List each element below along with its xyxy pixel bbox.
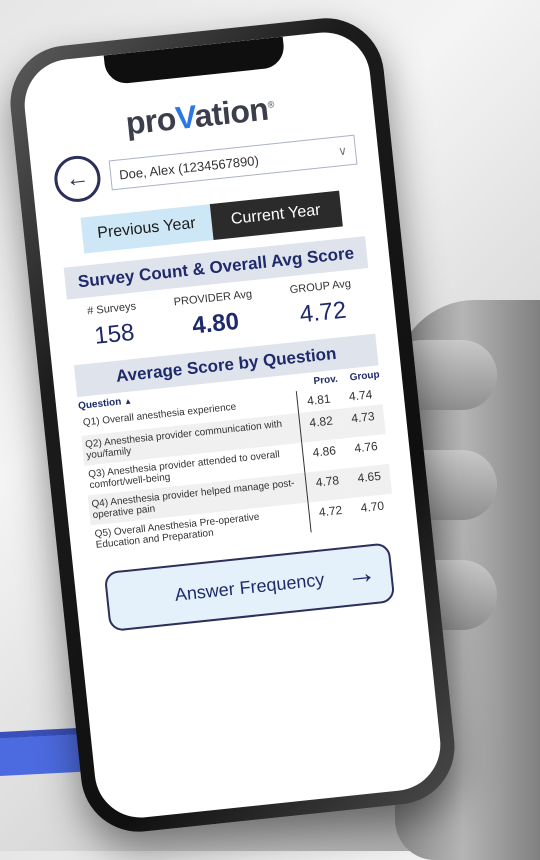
question-table: Q1) Overall anesthesia experience 4.81 4… bbox=[79, 382, 395, 555]
back-button[interactable]: ← bbox=[52, 153, 103, 205]
survey-count-stat: # Surveys 158 bbox=[87, 300, 140, 351]
group-score: 4.65 bbox=[347, 463, 393, 499]
answer-frequency-button[interactable]: Answer Frequency → bbox=[103, 542, 396, 632]
group-score: 4.76 bbox=[353, 438, 379, 456]
prov-score: 4.72 bbox=[308, 498, 354, 533]
group-column-header: Group bbox=[349, 369, 381, 384]
sort-up-icon: ▲ bbox=[123, 396, 133, 407]
provider-avg-stat: PROVIDER Avg 4.80 bbox=[173, 288, 256, 342]
answer-frequency-label: Answer Frequency bbox=[173, 568, 326, 605]
group-score: 4.70 bbox=[359, 498, 385, 516]
prov-score: 4.78 bbox=[304, 468, 351, 503]
group-avg-value: 4.72 bbox=[298, 296, 348, 329]
provider-select[interactable]: Doe, Alex (1234567890) ∨ bbox=[108, 134, 358, 191]
group-score: 4.73 bbox=[340, 404, 386, 439]
phone-frame: proVation® ← Doe, Alex (1234567890) ∨ Pr… bbox=[4, 12, 461, 838]
previous-year-button[interactable]: Previous Year bbox=[80, 204, 214, 254]
back-arrow-icon: ← bbox=[64, 163, 91, 194]
app-content: proVation® ← Doe, Alex (1234567890) ∨ Pr… bbox=[24, 68, 445, 822]
provider-avg-value: 4.80 bbox=[190, 307, 241, 340]
group-avg-label: GROUP Avg bbox=[289, 277, 352, 297]
survey-count-label: # Surveys bbox=[86, 300, 137, 318]
current-year-button[interactable]: Current Year bbox=[209, 190, 343, 241]
prov-column-header: Prov. bbox=[313, 373, 339, 388]
phone-screen: proVation® ← Doe, Alex (1234567890) ∨ Pr… bbox=[20, 27, 445, 823]
provider-select-value: Doe, Alex (1234567890) bbox=[118, 152, 260, 182]
survey-count-value: 158 bbox=[93, 318, 136, 350]
group-avg-stat: GROUP Avg 4.72 bbox=[289, 278, 355, 330]
prov-score: 4.82 bbox=[298, 408, 345, 443]
chevron-down-icon: ∨ bbox=[337, 143, 348, 159]
provider-avg-label: PROVIDER Avg bbox=[173, 288, 253, 309]
prov-score: 4.86 bbox=[301, 438, 348, 473]
arrow-right-icon: → bbox=[344, 555, 378, 592]
phone-notch bbox=[103, 36, 286, 86]
